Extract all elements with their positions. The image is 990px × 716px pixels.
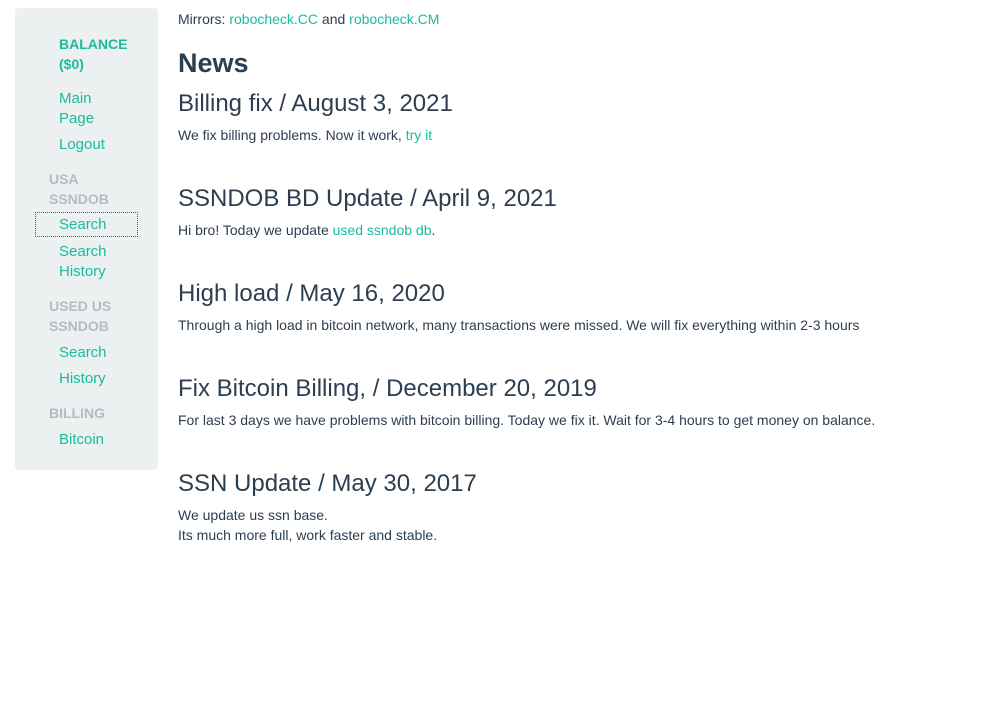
logout-link[interactable]: Logout bbox=[59, 135, 139, 155]
news-title: Billing fix / August 3, 2021 bbox=[178, 90, 453, 117]
balance-link[interactable]: BALANCE ($0) bbox=[59, 34, 139, 74]
mirror-link-cm[interactable]: robocheck.CM bbox=[349, 11, 439, 27]
section-header-used-us-ssndob: USED US SSNDOB bbox=[49, 298, 112, 334]
section-header-usa-ssndob: USA SSNDOB bbox=[49, 171, 109, 207]
usa-ssndob-search-link[interactable]: Search bbox=[35, 212, 138, 237]
mirror-link-cc[interactable]: robocheck.CC bbox=[229, 11, 318, 27]
news-title: SSN Update / May 30, 2017 bbox=[178, 470, 477, 497]
news-body: We fix billing problems. Now it work, tr… bbox=[178, 127, 433, 143]
try-it-link[interactable]: try it bbox=[406, 127, 432, 143]
mirrors-line: Mirrors: robocheck.CC and robocheck.CM bbox=[178, 9, 439, 29]
usa-ssndob-search-history-link[interactable]: Search History bbox=[59, 242, 139, 282]
used-us-ssndob-search-link[interactable]: Search bbox=[59, 343, 139, 363]
news-title: Fix Bitcoin Billing, / December 20, 2019 bbox=[178, 375, 597, 402]
news-title: High load / May 16, 2020 bbox=[178, 280, 445, 307]
main-page-link[interactable]: Main Page bbox=[59, 89, 139, 129]
mirrors-label: Mirrors: bbox=[178, 11, 226, 27]
news-item: Billing fix / August 3, 2021 We fix bill… bbox=[178, 89, 958, 145]
news-body: We update us ssn base. Its much more ful… bbox=[178, 507, 438, 543]
balance-amount: ($0) bbox=[59, 56, 84, 72]
sidebar: BALANCE ($0) Main Page Logout USA SSNDOB S… bbox=[15, 8, 158, 470]
balance-label: BALANCE bbox=[59, 36, 128, 52]
news-title: SSNDOB BD Update / April 9, 2021 bbox=[178, 185, 557, 212]
mirrors-conjunction: and bbox=[321, 11, 346, 27]
news-body: Hi bro! Today we update used ssndob db. bbox=[178, 222, 436, 238]
news-item: High load / May 16, 2020 Through a high … bbox=[178, 279, 958, 335]
news-item: Fix Bitcoin Billing, / December 20, 2019… bbox=[178, 374, 958, 430]
news-body: Through a high load in bitcoin network, … bbox=[178, 317, 860, 333]
section-header-billing: BILLING bbox=[49, 405, 105, 421]
news-item: SSN Update / May 30, 2017 We update us s… bbox=[178, 469, 958, 545]
bitcoin-billing-link[interactable]: Bitcoin bbox=[59, 430, 139, 450]
news-item: SSNDOB BD Update / April 9, 2021 Hi bro!… bbox=[178, 184, 958, 240]
used-us-ssndob-history-link[interactable]: History bbox=[59, 369, 139, 389]
news-body: For last 3 days we have problems with bi… bbox=[178, 412, 876, 428]
used-ssndob-db-link[interactable]: used ssndob db bbox=[333, 222, 432, 238]
page-title: News bbox=[178, 48, 249, 78]
